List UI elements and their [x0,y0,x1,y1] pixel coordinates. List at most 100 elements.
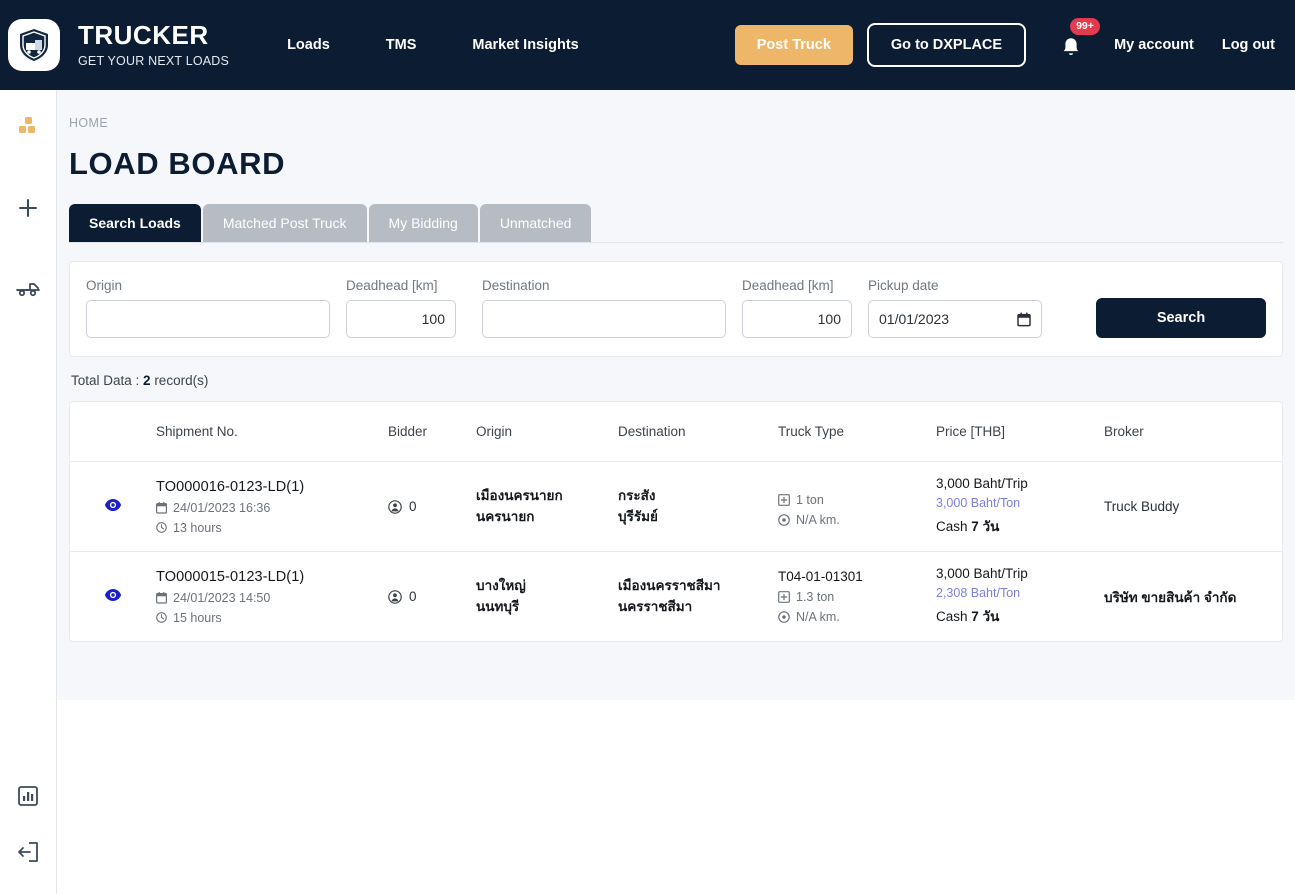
sidebar-item-truck[interactable] [0,260,57,316]
eye-icon [105,499,121,511]
deadhead-destination-label: Deadhead [km] [742,278,834,293]
box-icon [778,591,790,603]
origin-label: Origin [86,278,123,293]
row-price-cell: 3,000 Baht/Trip 3,000 Baht/Ton Cash 7 วั… [936,461,1104,552]
tab-search-loads[interactable]: Search Loads [69,204,201,242]
shipment-date-row: 24/01/2023 16:36 [156,501,388,515]
logout-link[interactable]: Log out [1222,37,1275,53]
sidebar-item-loads[interactable] [0,98,57,154]
broker-name: Truck Buddy [1104,499,1180,514]
shipment-duration: 15 hours [173,610,222,625]
destination-district: กระสัง [618,487,656,503]
deadhead-origin-label: Deadhead [km] [346,278,438,293]
nav-link-tms[interactable]: TMS [386,37,417,53]
truck-distance: N/A km. [796,512,840,527]
chart-bar-icon [18,786,38,806]
col-header-truck-type[interactable]: Truck Type [778,402,936,462]
page-title: LOAD BOARD [69,146,286,181]
col-header-bidder[interactable]: Bidder [388,402,476,462]
plus-icon [19,199,37,217]
app-logo[interactable] [8,19,60,71]
view-details-button[interactable] [104,588,122,602]
origin-district: เมืองนครนายก [476,487,563,503]
sidebar-item-add[interactable] [0,180,57,236]
truck-distance-row: N/A km. [778,610,936,624]
table-header: Shipment No. Bidder Origin Destination T… [70,402,1282,462]
col-header-destination[interactable]: Destination [618,402,778,462]
payment-term-prefix: Cash [936,609,972,624]
left-sidebar [0,90,57,894]
clock-icon [156,612,167,623]
deadhead-origin-field-group: Deadhead [km] [346,278,456,338]
clock-icon [156,522,167,533]
nav-link-market-insights[interactable]: Market Insights [472,37,578,53]
calendar-icon[interactable] [1017,312,1031,327]
row-shipment-cell: TO000016-0123-LD(1) 24/01/2023 16:36 13 … [156,461,388,552]
go-to-dxplace-button[interactable]: Go to DXPLACE [866,23,1027,67]
tab-matched-post-truck[interactable]: Matched Post Truck [202,204,367,242]
tab-unmatched[interactable]: Unmatched [479,204,592,242]
header-actions: Post Truck Go to DXPLACE 99+ My account … [734,18,1295,67]
shipment-date: 24/01/2023 14:50 [173,590,271,605]
row-view-cell [70,461,156,552]
destination-label: Destination [482,278,550,293]
target-icon [778,513,790,526]
destination-input[interactable] [482,300,726,338]
shipment-duration-row: 13 hours [156,521,388,535]
col-header-broker[interactable]: Broker [1104,402,1282,462]
col-header-shipment-no[interactable]: Shipment No. [156,402,388,462]
notifications-button[interactable]: 99+ [1060,18,1100,62]
row-view-cell [70,552,156,642]
nav-link-loads[interactable]: Loads [287,37,330,53]
my-account-link[interactable]: My account [1114,37,1194,53]
search-button[interactable]: Search [1096,298,1266,338]
pickup-date-value: 01/01/2023 [879,311,950,327]
truck-distance-row: N/A km. [778,513,936,527]
main-nav: Loads TMS Market Insights [287,37,579,53]
payment-term-prefix: Cash [936,519,972,534]
sidebar-item-logout[interactable] [0,824,57,880]
broker-name: บริษัท ขายสินค้า จำกัด [1104,589,1237,605]
row-truck-type-cell: 1 ton N/A km. [778,461,936,552]
price-per-ton: 3,000 Baht/Ton [936,496,1021,510]
destination-province: บุรีรัมย์ [618,508,658,524]
col-header-origin[interactable]: Origin [476,402,618,462]
payment-term: Cash 7 วัน [936,515,1104,537]
table-row[interactable]: TO000015-0123-LD(1) 24/01/2023 14:50 15 … [70,552,1282,642]
bidder-count: 0 [409,589,417,604]
deadhead-destination-field-group: Deadhead [km] [742,278,852,338]
total-prefix: Total Data : [71,373,144,388]
truck-shield-logo-icon [20,29,48,61]
pickup-date-field-group: Pickup date 01/01/2023 [868,278,1042,338]
col-header-price[interactable]: Price [THB] [936,402,1104,462]
deadhead-origin-input[interactable] [346,300,456,338]
shipment-duration-row: 15 hours [156,611,388,625]
row-bidder-cell: 0 [388,461,476,552]
tab-bar: Search Loads Matched Post Truck My Biddi… [69,204,1283,243]
sidebar-item-reports[interactable] [0,768,57,824]
pickup-date-input[interactable]: 01/01/2023 [868,300,1042,338]
deadhead-destination-input[interactable] [742,300,852,338]
pickup-date-label: Pickup date [868,278,939,293]
origin-province: นนทบุรี [476,598,520,614]
bidder-user-icon [388,499,402,514]
row-price-cell: 3,000 Baht/Trip 2,308 Baht/Ton Cash 7 วั… [936,552,1104,642]
post-truck-button[interactable]: Post Truck [734,25,853,65]
tab-my-bidding[interactable]: My Bidding [368,204,478,242]
payment-term-value: 7 วัน [971,609,1000,624]
payment-term-value: 7 วัน [971,519,1000,534]
bell-icon [1063,38,1079,56]
table-row[interactable]: TO000016-0123-LD(1) 24/01/2023 16:36 13 … [70,461,1282,552]
truck-icon [16,283,40,297]
truck-code: T04-01-01301 [778,569,863,584]
destination-province: นครราชสีมา [618,598,693,614]
bidder-count: 0 [409,499,417,514]
origin-input[interactable] [86,300,330,338]
loads-table: Shipment No. Bidder Origin Destination T… [70,402,1282,641]
view-details-button[interactable] [104,498,122,512]
shipment-duration: 13 hours [173,520,222,535]
price-per-trip: 3,000 Baht/Trip [936,476,1028,491]
search-filter-panel: Origin Deadhead [km] Destination Deadhea… [69,261,1283,357]
destination-district: เมืองนครราชสีมา [618,577,721,593]
breadcrumb[interactable]: HOME [69,116,1283,130]
